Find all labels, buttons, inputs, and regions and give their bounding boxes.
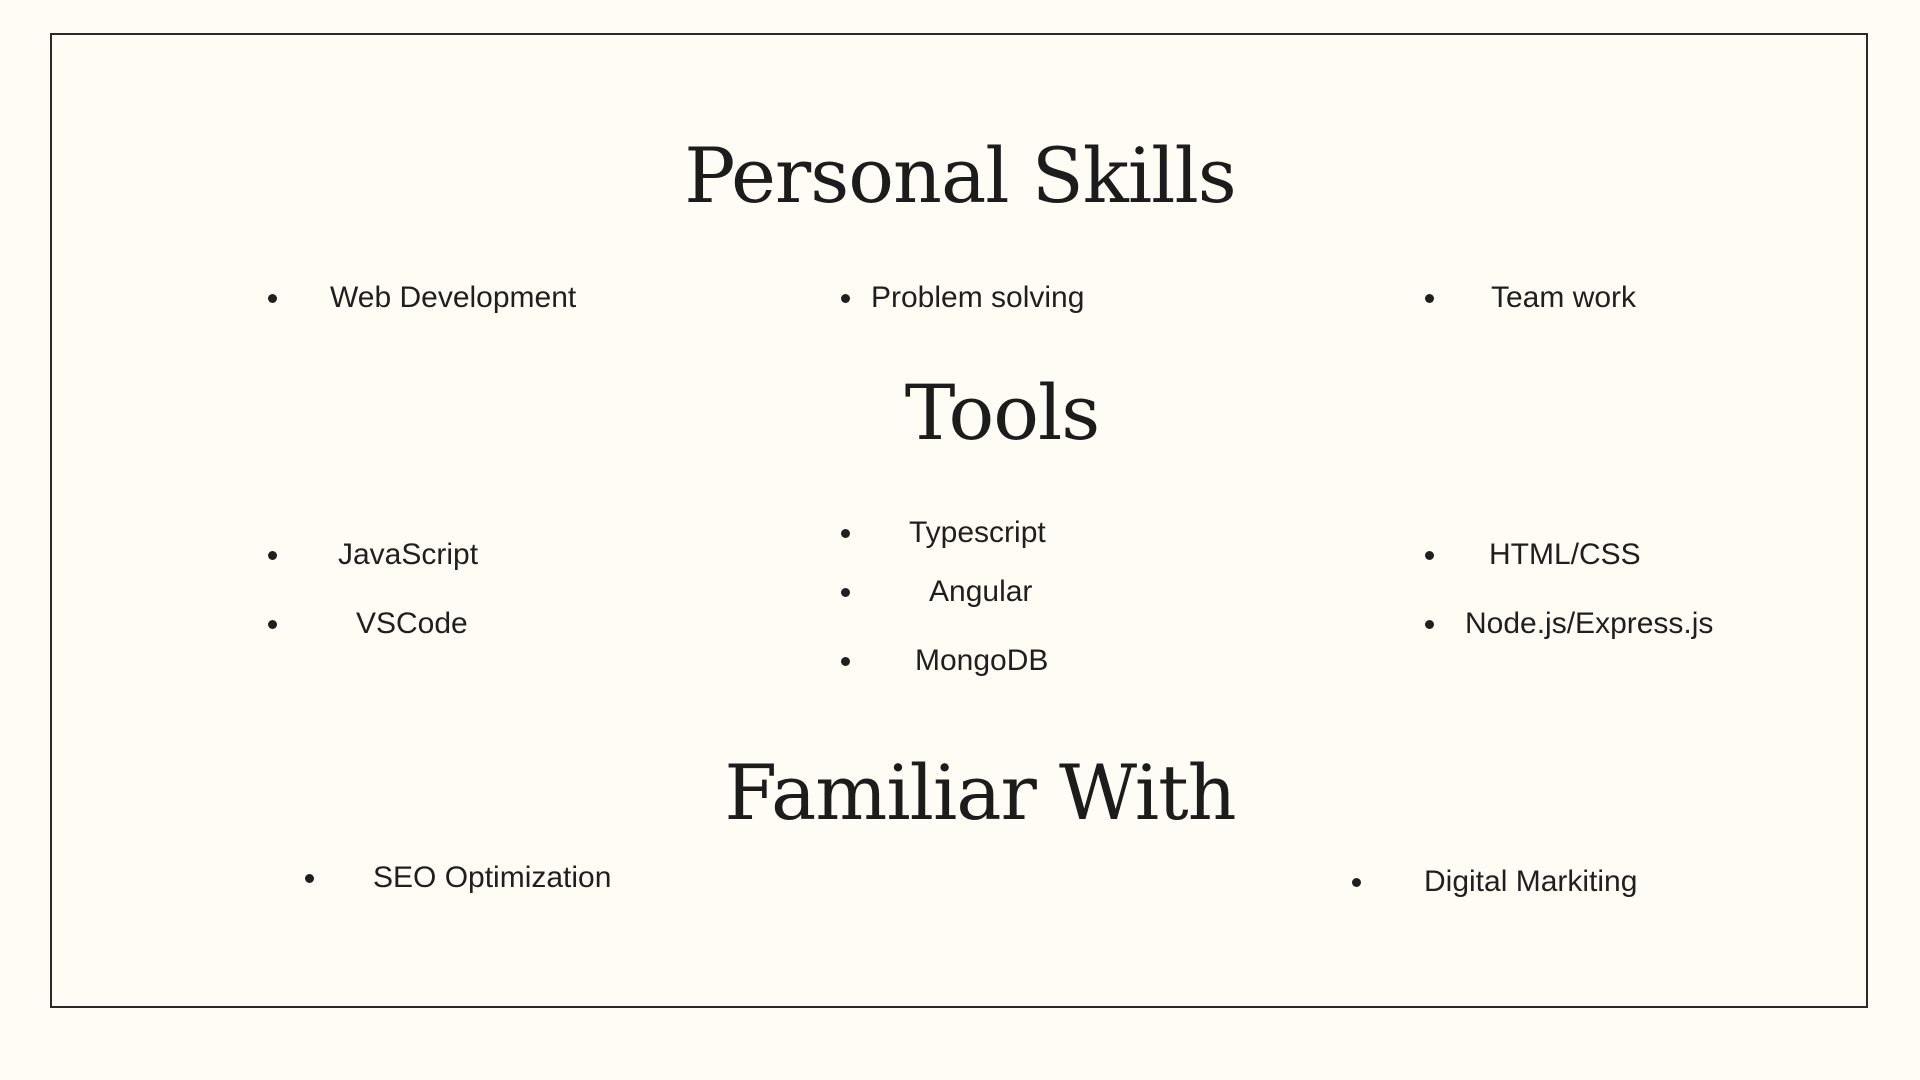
skill-label: Team work [1491,281,1637,314]
skill-label: Web Development [330,281,577,314]
bullet-icon [841,529,850,538]
familiar-label: SEO Optimization [373,861,612,894]
tool-label: MongoDB [915,644,1049,677]
tool-label: HTML/CSS [1489,538,1641,571]
bullet-icon [268,551,277,560]
personal-skills-heading: Personal Skills [684,131,1237,220]
tool-label: JavaScript [338,538,479,571]
bullet-icon [1425,294,1434,303]
tool-label: Node.js/Express.js [1465,607,1714,640]
skill-label: Problem solving [871,281,1085,314]
bullet-icon [1425,620,1434,629]
bullet-icon [841,294,850,303]
tool-label: Typescript [909,516,1046,549]
tool-label: VSCode [356,607,468,640]
bullet-icon [841,588,850,597]
bullet-icon [268,620,277,629]
bullet-icon [1425,551,1434,560]
familiar-with-heading: Familiar With [724,748,1236,837]
tools-heading: Tools [904,368,1101,457]
bullet-icon [268,294,277,303]
bullet-icon [1352,878,1361,887]
bullet-icon [305,874,314,883]
familiar-label: Digital Markiting [1424,865,1638,898]
tool-label: Angular [929,575,1033,608]
bullet-icon [841,657,850,666]
